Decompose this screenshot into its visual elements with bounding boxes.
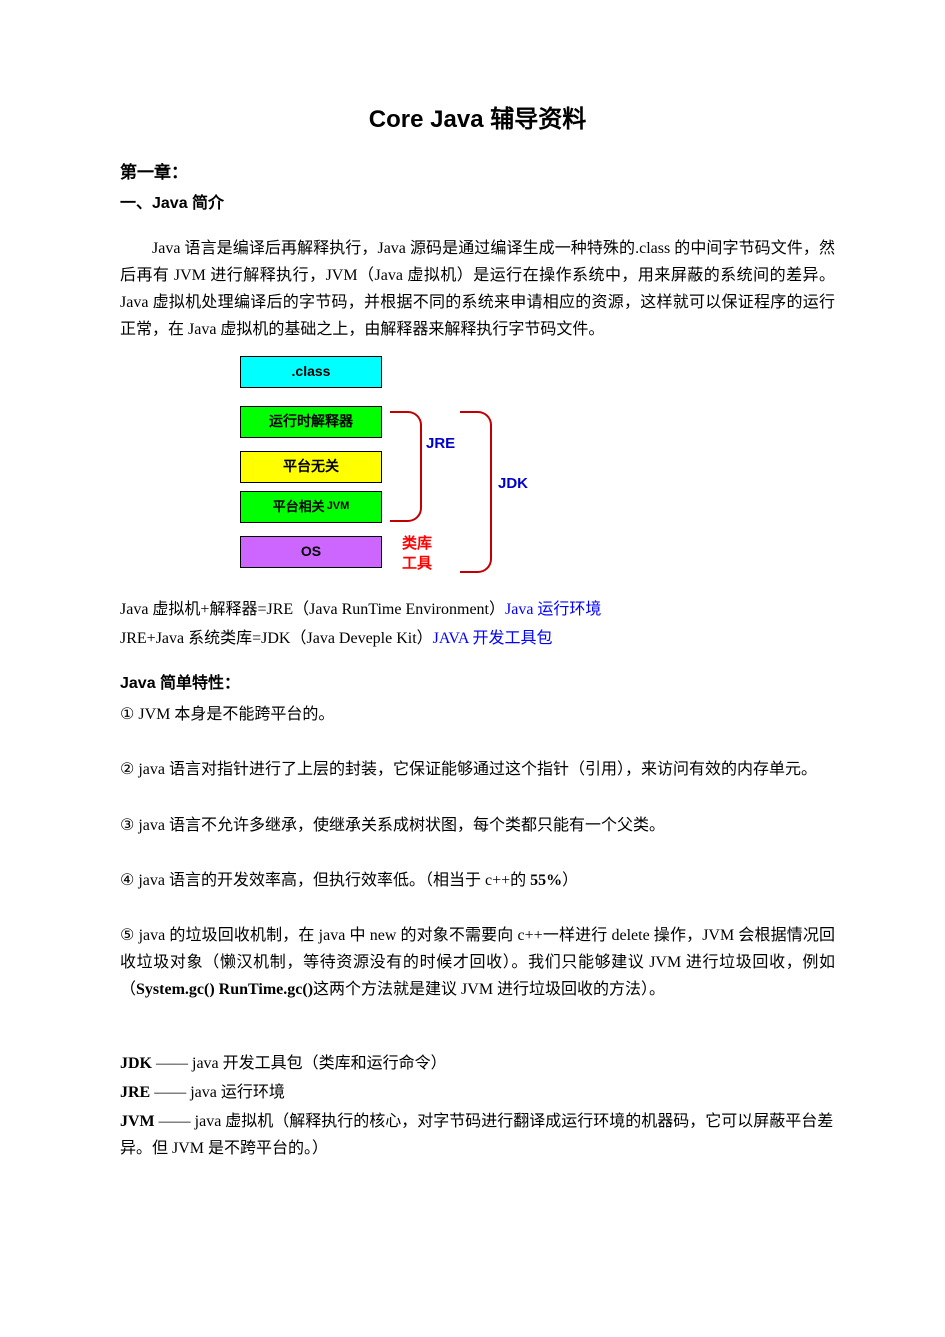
f5-b: System.gc() RunTime.gc(): [136, 981, 313, 998]
line-jre: Java 虚拟机+解释器=JRE（Java RunTime Environmen…: [120, 596, 835, 623]
line-jre-a: Java 虚拟机+解释器=JRE（Java RunTime Environmen…: [120, 601, 505, 618]
diagram-jvm-text-b: JVM: [327, 497, 350, 516]
f5-c: 这两个方法就是建议 JVM 进行垃圾回收的方法）。: [313, 981, 665, 998]
feature-1: ① JVM 本身是不能跨平台的。: [120, 701, 835, 728]
feature-3: ③ java 语言不允许多继承，使继承关系成树状图，每个类都只能有一个父类。: [120, 812, 835, 839]
label-lib: 类库: [402, 534, 432, 554]
document-title: Core Java 辅导资料: [120, 100, 835, 141]
feature-2: ② java 语言对指针进行了上层的封装，它保证能够通过这个指针（引用），来访问…: [120, 756, 835, 783]
feature-4: ④ java 语言的开发效率高，但执行效率低。（相当于 c++的 55%）: [120, 867, 835, 894]
def-jvm-a: JVM: [120, 1113, 155, 1130]
bracket-jre: [390, 411, 422, 522]
bracket-jdk: [460, 411, 492, 573]
f4-c: ）: [562, 872, 578, 889]
f4-a: ④ java 语言的开发效率高，但执行效率低。（相当于 c++的: [120, 872, 530, 889]
def-jdk-b: —— java 开发工具包（类库和运行命令）: [152, 1055, 447, 1072]
line-jdk-a: JRE+Java 系统类库=JDK（Java Deveple Kit）: [120, 630, 433, 647]
line-jdk-b: JAVA 开发工具包: [433, 630, 553, 647]
diagram-jvm-text-a: 平台相关: [273, 496, 325, 518]
chapter-heading: 第一章：: [120, 159, 835, 188]
feature-5: ⑤ java 的垃圾回收机制，在 java 中 new 的对象不需要向 c++一…: [120, 922, 835, 1004]
diagram-box-class: .class: [240, 356, 382, 388]
diagram-box-platform-independent: 平台无关: [240, 451, 382, 483]
line-jdk: JRE+Java 系统类库=JDK（Java Deveple Kit）JAVA …: [120, 625, 835, 652]
label-tool: 工具: [402, 554, 432, 574]
def-jvm: JVM —— java 虚拟机（解释执行的核心，对字节码进行翻译成运行环境的机器…: [120, 1108, 835, 1162]
features-title: Java 简单特性：: [120, 670, 835, 697]
def-jvm-b: —— java 虚拟机（解释执行的核心，对字节码进行翻译成运行环境的机器码，它可…: [120, 1113, 833, 1157]
def-jre: JRE —— java 运行环境: [120, 1079, 835, 1106]
f4-b: 55%: [530, 872, 562, 889]
def-jdk-a: JDK: [120, 1055, 152, 1072]
label-jdk: JDK: [498, 471, 528, 497]
diagram-box-os: OS: [240, 536, 382, 568]
def-jre-a: JRE: [120, 1084, 150, 1101]
intro-paragraph: Java 语言是编译后再解释执行，Java 源码是通过编译生成一种特殊的.cla…: [120, 235, 835, 344]
def-jdk: JDK —— java 开发工具包（类库和运行命令）: [120, 1050, 835, 1077]
diagram-box-jvm: 平台相关 JVM: [240, 491, 382, 523]
diagram-box-interpreter: 运行时解释器: [240, 406, 382, 438]
line-jre-b: Java 运行环境: [505, 601, 601, 618]
label-jre: JRE: [426, 431, 455, 457]
section-heading: 一、Java 简介: [120, 190, 835, 217]
def-jre-b: —— java 运行环境: [150, 1084, 285, 1101]
jvm-diagram: .class 运行时解释器 平台无关 平台相关 JVM OS JRE JDK 类…: [240, 356, 835, 586]
